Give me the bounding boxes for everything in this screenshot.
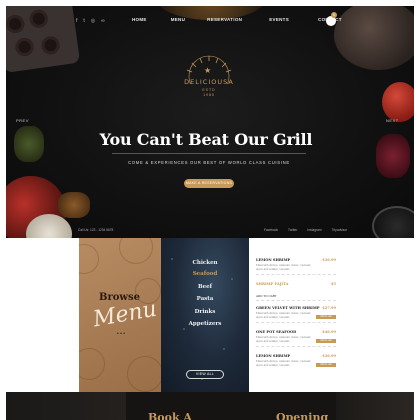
site-logo[interactable]: ★ DELICIOUSA ESTD 1985	[178, 54, 240, 104]
browse-menu-panel: Browse Menu • • •	[79, 238, 161, 392]
restaurant-photo	[336, 392, 414, 420]
hero-section	[6, 6, 414, 238]
nav-events[interactable]: EVENTS	[269, 17, 289, 22]
hero-subtitle: Come & experiences our best of world cla…	[128, 160, 290, 165]
opening-heading: Opening	[276, 411, 329, 420]
add-to-cart-button[interactable]: Add to cart	[316, 363, 336, 367]
logo-est-line2: 1985	[203, 93, 215, 97]
menu-item-desc: Filled with shrimp, calamari, clams, mus…	[256, 359, 312, 367]
sparkle	[223, 348, 225, 350]
menu-item-price: $27.99	[322, 306, 336, 310]
dessert-plate-image	[334, 6, 414, 70]
spices-image	[58, 192, 90, 218]
cart-count-badge: 0	[331, 12, 337, 18]
herbs-image	[14, 126, 44, 162]
add-to-cart-button[interactable]: Add to cart	[316, 315, 336, 319]
chocolate-piece	[14, 36, 35, 58]
divider	[256, 346, 336, 347]
category-seafood[interactable]: Seafood	[161, 271, 249, 277]
menu-categories-panel: Chicken Seafood Beef Pasta Drinks Appeti…	[161, 238, 249, 392]
footer-link-instagram[interactable]: Instagram	[307, 228, 321, 232]
hero-divider	[112, 153, 306, 154]
category-drinks[interactable]: Drinks	[161, 309, 249, 315]
chocolate-tray-image	[6, 6, 81, 73]
main-nav: HOME MENU RESERVATION EVENTS CONTACT	[126, 17, 342, 22]
menu-item-price: $5	[330, 282, 336, 286]
chocolate-piece	[40, 35, 61, 56]
menu-item-price: $46.99	[322, 330, 336, 334]
footer-link-tripadvisor[interactable]: Tripadvisor	[332, 228, 348, 232]
pattern-circle	[119, 238, 153, 264]
twitter-icon[interactable]: t	[83, 18, 84, 24]
category-beef[interactable]: Beef	[161, 284, 249, 290]
menu-item-name: Green Velvet with Shrimp	[256, 306, 320, 310]
view-all-button[interactable]: View All	[186, 370, 224, 379]
menu-item-name: Shrimp Fajita	[256, 282, 289, 286]
tripadvisor-icon[interactable]: ∞	[101, 18, 105, 24]
menu-item-desc: Filled with shrimp, calamari, clams, mus…	[256, 311, 312, 319]
sparkle	[183, 328, 185, 330]
logo-brand-text: DELICIOUSA	[184, 78, 234, 86]
menu-item-desc: Filled with shrimp, calamari, clams, mus…	[256, 335, 312, 343]
apple-image	[382, 82, 414, 122]
nav-reservation[interactable]: RESERVATION	[207, 17, 242, 22]
hero-headline: You Can't Beat Our Grill	[99, 130, 313, 149]
pan-image	[372, 206, 414, 238]
berries-image	[376, 134, 410, 178]
add-to-cart-link[interactable]: Add to cart	[256, 294, 277, 298]
facebook-icon[interactable]: f	[76, 18, 77, 24]
category-chicken[interactable]: Chicken	[161, 260, 249, 266]
footer-link-twitter[interactable]: Twitter	[288, 228, 297, 232]
menu-item-desc: Filled with shrimp, calamari, clams, mus…	[256, 263, 312, 271]
menu-items-list: Lemon Shrimp $36.99 Filled with shrimp, …	[249, 238, 342, 392]
divider	[256, 300, 336, 301]
book-heading: Book A	[148, 411, 192, 420]
menu-item-name: Lemon Shrimp	[256, 354, 291, 358]
chocolate-piece	[6, 13, 26, 35]
sparkle	[231, 278, 233, 280]
restaurant-photo	[6, 392, 126, 420]
logo-est-text: ESTD 1985	[178, 88, 240, 98]
category-appetizers[interactable]: Appetizers	[161, 321, 249, 327]
pattern-circle	[79, 244, 99, 274]
pattern-circle	[79, 348, 105, 380]
menu-item-name: Lemon Shrimp	[256, 258, 291, 262]
instagram-icon[interactable]: ◎	[91, 18, 95, 24]
category-pasta[interactable]: Pasta	[161, 296, 249, 302]
chocolate-piece	[28, 8, 49, 29]
phone-number: Call Us: 123 - 1234 5678	[78, 228, 114, 232]
menu-item-price: $36.99	[322, 258, 336, 262]
nav-home[interactable]: HOME	[132, 17, 147, 22]
menu-item-price: $36.99	[322, 354, 336, 358]
browse-dots: • • •	[117, 331, 126, 337]
nav-menu[interactable]: MENU	[171, 17, 185, 22]
menu-item-name: One Pot Seafood	[256, 330, 297, 334]
footer-link-facebook[interactable]: Facebook	[264, 228, 278, 232]
add-to-cart-button[interactable]: Add to cart	[316, 339, 336, 343]
divider	[256, 274, 336, 275]
slider-next-button[interactable]: NEXT	[386, 118, 399, 123]
logo-star-icon: ★	[204, 66, 212, 75]
slider-prev-button[interactable]: PREV	[16, 118, 29, 123]
hero-footer-links: Facebook Twitter Instagram Tripadvisor	[264, 228, 347, 232]
pattern-circle	[127, 356, 161, 392]
social-links: f t ◎ ∞	[76, 18, 105, 24]
make-reservation-button[interactable]: Make a reservations	[184, 179, 234, 188]
bottom-section: Book A Opening	[6, 392, 414, 420]
divider	[256, 322, 336, 323]
